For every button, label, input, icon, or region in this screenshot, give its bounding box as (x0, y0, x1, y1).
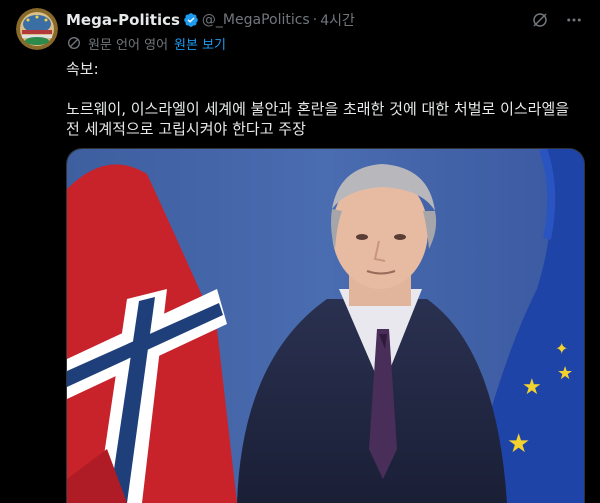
separator-dot: · (312, 12, 318, 28)
tweet-header: Mega-Politics @_MegaPolitics · 4시간 (66, 10, 584, 30)
more-icon[interactable] (564, 10, 584, 30)
translation-bar: 원문 언어 영어 원본 보기 (66, 33, 226, 53)
avatar[interactable] (16, 8, 58, 50)
svg-text:★: ★ (557, 363, 573, 384)
display-name[interactable]: Mega-Politics (66, 11, 180, 29)
tweet-text: 속보: 노르웨이, 이스라엘이 세계에 불안과 혼란을 초래한 것에 대한 처벌… (66, 59, 586, 139)
translation-label: 원문 언어 영어 (88, 37, 169, 53)
avatar-image (16, 8, 58, 50)
svg-text:✦: ✦ (555, 339, 568, 358)
tweet-text-line2: 노르웨이, 이스라엘이 세계에 불안과 혼란을 초래한 것에 대한 처벌로 이스… (66, 100, 570, 138)
handle[interactable]: @_MegaPolitics (202, 12, 310, 28)
svg-text:★: ★ (522, 375, 542, 400)
show-original-link[interactable]: 원본 보기 (174, 34, 226, 53)
svg-text:★: ★ (507, 429, 530, 459)
timestamp[interactable]: 4시간 (320, 10, 355, 30)
photo-image: ★ ★ ★ ✦ (67, 149, 584, 503)
grok-icon[interactable] (530, 10, 550, 30)
tweet-media-photo[interactable]: ★ ★ ★ ✦ (66, 148, 585, 503)
tweet-text-line1: 속보: (66, 60, 99, 78)
translate-icon (66, 35, 82, 51)
verified-badge-icon (183, 12, 199, 28)
